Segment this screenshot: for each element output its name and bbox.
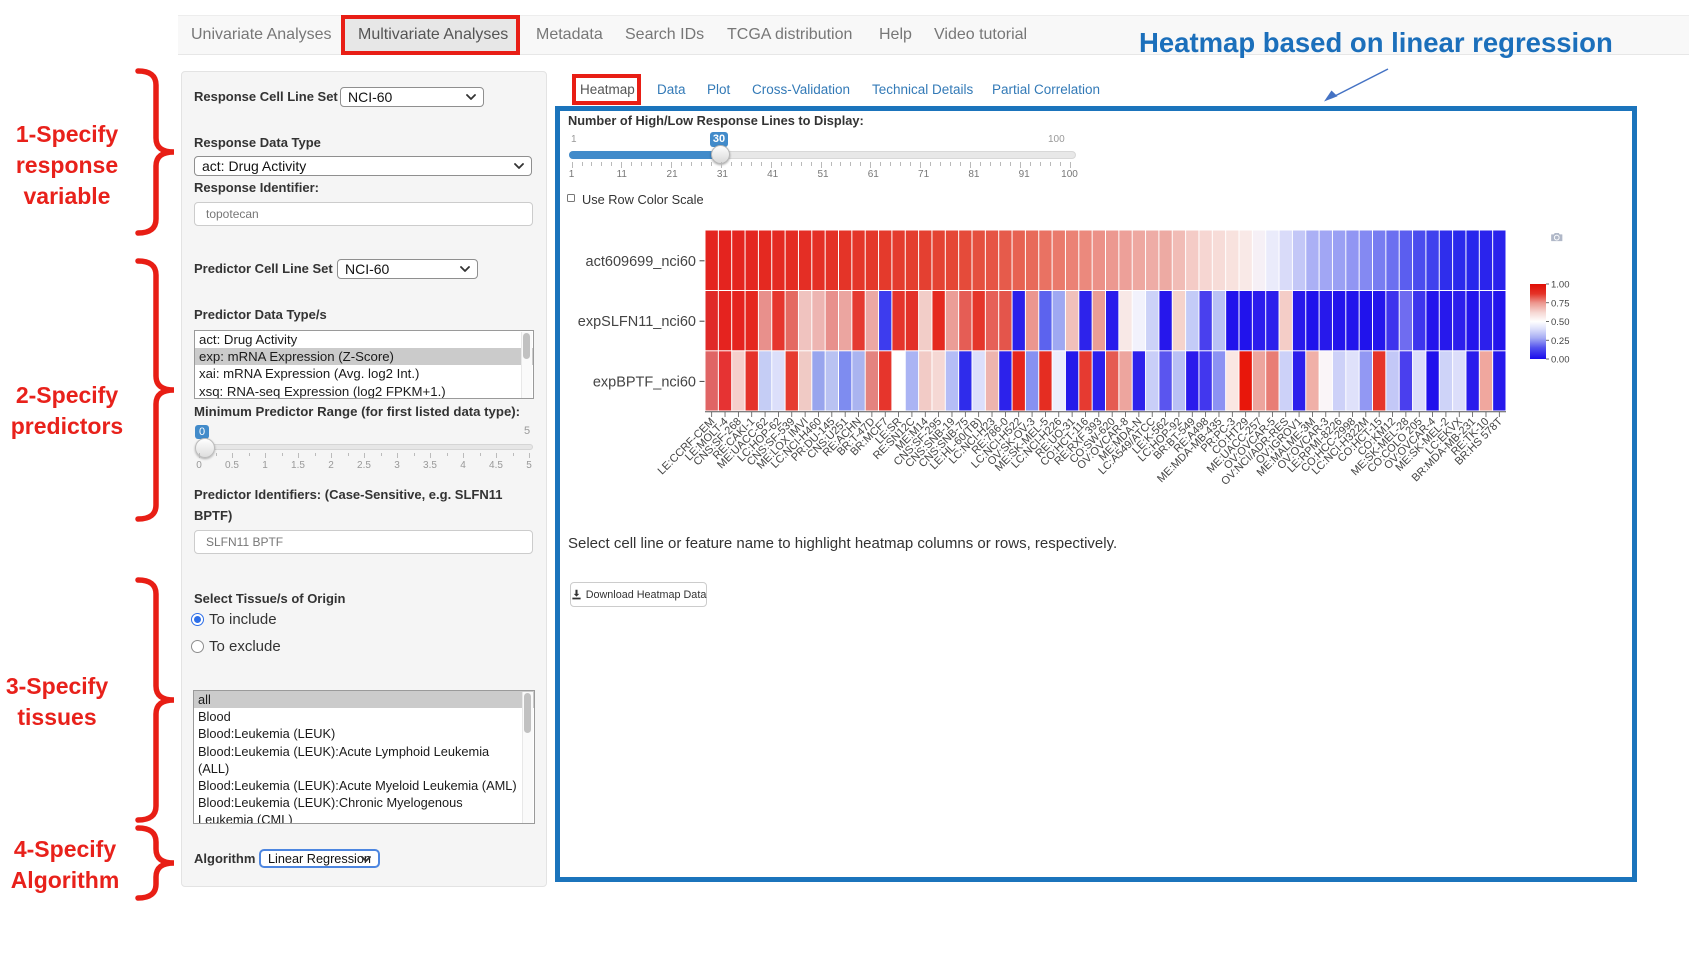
svg-text:0.50: 0.50 [1551, 317, 1570, 328]
svg-text:0.75: 0.75 [1551, 298, 1570, 309]
svg-text:0.25: 0.25 [1551, 336, 1570, 347]
svg-text:1.00: 1.00 [1551, 280, 1570, 291]
svg-text:act609699_nci60: act609699_nci60 [586, 254, 696, 270]
svg-text:expBPTF_nci60: expBPTF_nci60 [593, 374, 696, 390]
svg-text:expSLFN11_nci60: expSLFN11_nci60 [578, 314, 696, 330]
svg-text:0.00: 0.00 [1551, 355, 1570, 366]
